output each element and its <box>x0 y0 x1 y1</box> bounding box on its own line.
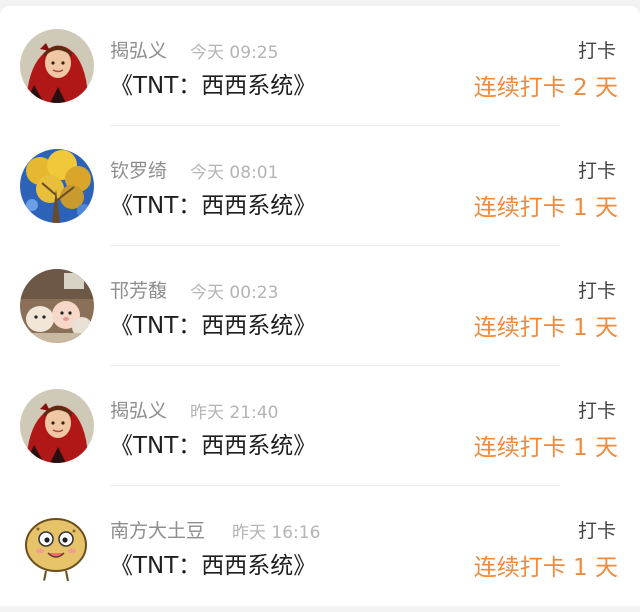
user-name[interactable]: 钦罗绮 <box>110 156 167 183</box>
checkin-time: 今天 08:01 <box>190 163 279 183</box>
boy-red-hood-avatar[interactable] <box>20 389 94 463</box>
checkin-label: 打卡 <box>577 400 616 422</box>
plush-toys-avatar[interactable] <box>20 269 94 343</box>
checkin-label: 打卡 <box>577 160 616 182</box>
user-name[interactable]: 邗芳馥 <box>110 276 167 303</box>
book-title[interactable]: 《TNT：西西系统》 <box>110 66 316 100</box>
streak-count: 连续打卡 1 天 <box>473 195 618 221</box>
checkin-time: 今天 00:23 <box>190 283 279 303</box>
streak-count: 连续打卡 1 天 <box>473 315 618 341</box>
book-title[interactable]: 《TNT：西西系统》 <box>110 426 316 460</box>
book-title[interactable]: 《TNT：西西系统》 <box>110 186 316 220</box>
checkin-time: 昨天 21:40 <box>190 403 279 423</box>
streak-count: 连续打卡 1 天 <box>473 555 618 581</box>
feed-item[interactable]: 揭弘义 今天 09:25 《TNT：西西系统》 打卡 连续打卡 2 天 <box>0 6 640 126</box>
checkin-label: 打卡 <box>577 40 616 62</box>
golden-tree-painting-avatar[interactable] <box>20 149 94 223</box>
user-name[interactable]: 南方大土豆 <box>110 516 205 543</box>
potato-cartoon-avatar[interactable] <box>20 509 94 583</box>
streak-count: 连续打卡 2 天 <box>473 75 618 101</box>
feed-item[interactable]: 邗芳馥 今天 00:23 《TNT：西西系统》 打卡 连续打卡 1 天 <box>0 246 640 366</box>
user-name[interactable]: 揭弘义 <box>110 396 167 423</box>
book-title[interactable]: 《TNT：西西系统》 <box>110 546 316 580</box>
feed-item[interactable]: 揭弘义 昨天 21:40 《TNT：西西系统》 打卡 连续打卡 1 天 <box>0 366 640 486</box>
checkin-time: 昨天 16:16 <box>232 523 321 543</box>
checkin-label: 打卡 <box>577 280 616 302</box>
checkin-time: 今天 09:25 <box>190 43 279 63</box>
user-name[interactable]: 揭弘义 <box>110 36 167 63</box>
checkin-feed: 揭弘义 今天 09:25 《TNT：西西系统》 打卡 连续打卡 2 天 钦罗绮 … <box>0 6 640 606</box>
streak-count: 连续打卡 1 天 <box>473 435 618 461</box>
book-title[interactable]: 《TNT：西西系统》 <box>110 306 316 340</box>
feed-item[interactable]: 南方大土豆 昨天 16:16 《TNT：西西系统》 打卡 连续打卡 1 天 <box>0 486 640 606</box>
boy-red-hood-avatar[interactable] <box>20 29 94 103</box>
feed-item[interactable]: 钦罗绮 今天 08:01 《TNT：西西系统》 打卡 连续打卡 1 天 <box>0 126 640 246</box>
checkin-label: 打卡 <box>577 520 616 542</box>
